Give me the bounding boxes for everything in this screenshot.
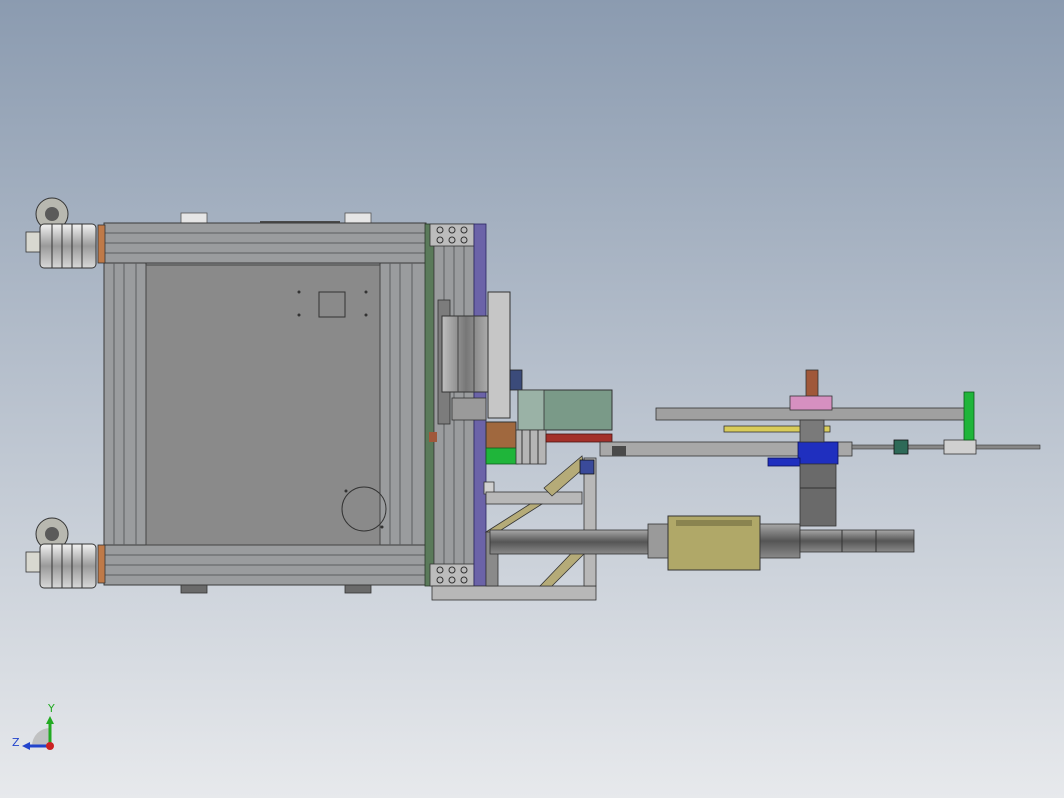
triad-y-label: Y [47,702,55,715]
top-tab-right [344,212,372,224]
copper-post [805,369,819,399]
end-cap-top [97,224,106,264]
bottom-foot-left [180,584,208,594]
green-plate [424,223,435,587]
triad-x-axis [46,742,54,750]
green-handle [963,391,975,441]
lower-rod-right [799,529,915,553]
main-frame[interactable] [97,212,427,594]
left-upright [103,262,147,546]
end-cap-bottom [97,544,106,584]
cad-model-canvas[interactable]: Y Z [0,0,1064,798]
triad-z-label: Z [12,736,20,749]
spindle-housing [441,315,491,393]
right-upright [379,262,427,546]
cad-viewport[interactable]: Y Z [0,0,1064,798]
green-connector [485,447,519,465]
lower-rod-left [489,529,671,555]
pink-collar [789,395,833,411]
motor-cylinder [799,463,837,527]
red-bar [545,433,613,443]
small-copper-tab [429,432,437,442]
flange-disc [487,291,511,419]
top-tab-left [180,212,208,224]
subframe-base [431,585,597,601]
blue-motor-block [797,441,839,465]
bottom-foot-right [344,584,372,594]
